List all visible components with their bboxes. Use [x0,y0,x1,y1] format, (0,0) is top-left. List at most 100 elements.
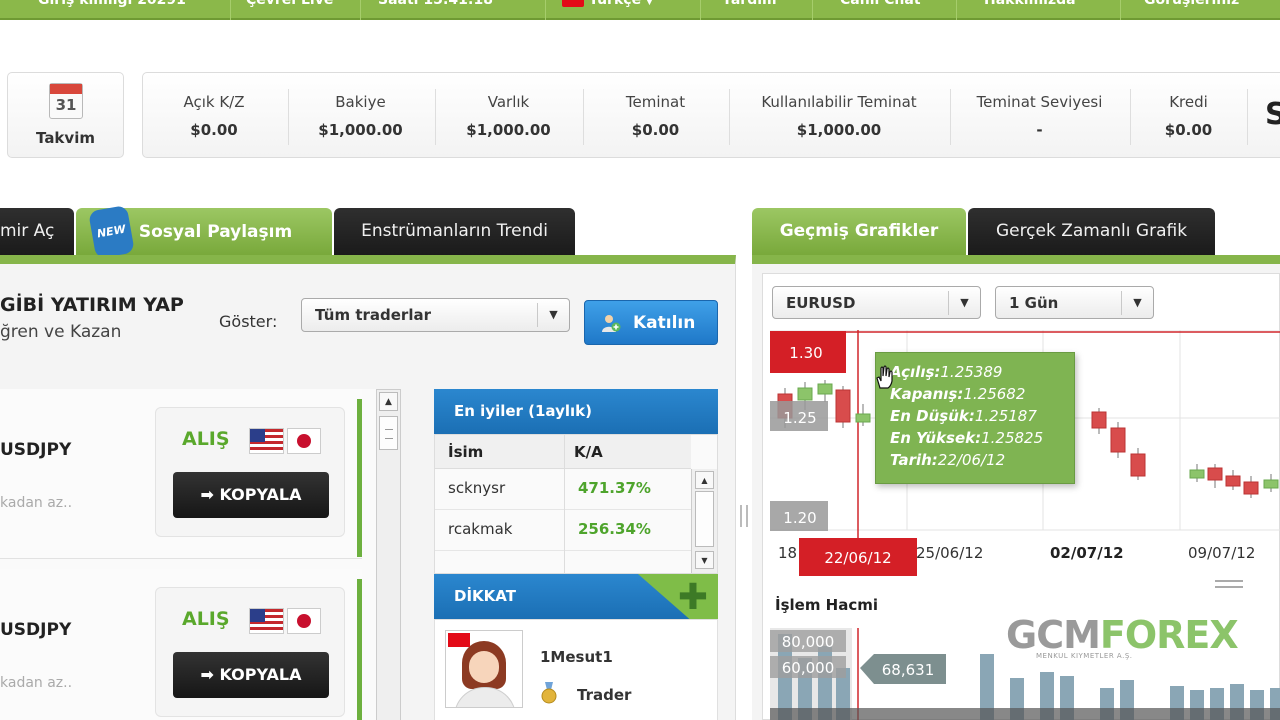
calendar-icon: 31 [49,83,83,119]
help-link[interactable]: Yardım [722,0,777,14]
table-header: İsim K/A [435,435,691,469]
calendar-label: Takvim [36,129,95,147]
y-tick: 80,000 [782,633,835,651]
candle [1263,479,1279,489]
trader-description: kadan az.. [0,675,73,691]
environment-text: Çevrel Live [246,0,334,8]
chevron-down-icon: ▼ [537,303,569,327]
tab-open-order[interactable]: mir Aç [0,208,74,256]
accent-bar [357,399,362,557]
candle [1243,481,1259,495]
x-tick: 25/06/12 [916,544,983,562]
tab-instrument-trends[interactable]: Enstrümanların Trendi [334,208,575,256]
leaders-title: En iyiler (1aylık) [434,389,718,434]
instrument-name: USDJPY [0,620,72,640]
margin-level-stat: Teminat Seviyesi - [976,93,1103,139]
tab-historical-charts[interactable]: Geçmiş Grafikler [752,208,966,256]
brand-logo: GCMFOREX [1006,613,1239,657]
show-label: Göster: [219,312,278,331]
trader-cards-list: USDJPY kadan az.. ALIŞ ➡ KOPYALA USDJPY … [0,389,376,720]
divider [1120,0,1121,20]
date-axis: 18 25/06/12 02/07/12 09/07/12 22/06/12 [778,538,1255,576]
trader-card: USDJPY kadan az.. ALIŞ ➡ KOPYALA [0,389,362,559]
scroll-down-icon[interactable]: ▼ [695,551,714,569]
leaders-table: İsim K/A scknysr 471.37% rcakmak 256.34%… [434,434,718,575]
trade-box: ALIŞ ➡ KOPYALA [155,407,345,537]
divider [230,0,231,20]
y-tick: 1.30 [789,344,822,362]
x-tick: 18 [778,544,797,562]
symbol-select[interactable]: EURUSD ▼ [772,286,981,319]
available-margin-stat: Kullanılabilir Teminat $1,000.00 [761,93,917,139]
trader-filter-select[interactable]: Tüm traderlar ▼ [301,298,570,332]
usa-flag-icon [249,428,284,454]
y-tick: 60,000 [782,659,835,677]
candle [1225,475,1241,487]
join-button[interactable]: Katılın [584,300,718,345]
divider [700,0,701,20]
y-tick: 1.20 [783,509,816,527]
instrument-name: USDJPY [0,440,72,460]
table-row[interactable]: scknysr 471.37% [435,469,691,510]
period-select[interactable]: 1 Gün ▼ [995,286,1154,319]
candle [1207,467,1223,481]
chevron-down-icon: ▼ [948,291,980,315]
about-link[interactable]: Hakkımızda [984,0,1076,14]
resize-handle[interactable] [1215,580,1243,588]
candle [855,413,871,423]
social-sharing-panel: GİBİ YATIRIM YAP ğren ve Kazan Göster: T… [0,255,736,720]
divider [812,0,813,20]
language-selector[interactable]: Türkçe ▼ [562,0,653,14]
calendar-button[interactable]: 31 Takvim [7,72,124,158]
candle [1091,411,1107,429]
leaders-scrollbar[interactable]: ▲ ▼ [691,469,717,573]
accent-bar [357,579,362,720]
scroll-thumb[interactable] [379,416,398,450]
candle [1110,427,1126,453]
panel-title: GİBİ YATIRIM YAP [0,294,184,316]
panel-subtitle: ğren ve Kazan [0,322,122,342]
trader-name: 1Mesut1 [540,648,613,666]
candle [797,387,813,401]
equity-stat: Varlık $1,000.00 [466,93,551,139]
divider [956,0,957,20]
candle [1189,469,1205,479]
trader-card: USDJPY kadan az.. ALIŞ ➡ KOPYALA [0,569,362,720]
turkey-flag-icon [448,633,470,647]
arrow-right-icon: ➡ [200,665,220,684]
medal-icon [541,682,557,704]
divider [545,0,546,20]
tab-realtime-chart[interactable]: Gerçek Zamanlı Grafik [968,208,1215,256]
copy-button[interactable]: ➡ KOPYALA [173,472,329,518]
candle-tooltip: Açılış:1.25389 Kapanış:1.25682 En Düşük:… [875,352,1075,484]
leaders-widget: En iyiler (1aylık) İsim K/A scknysr 471.… [434,389,718,720]
top-nav-bar: Giriş kimliği 20291 Çevrel Live Saati 15… [0,0,1280,20]
trade-box: ALIŞ ➡ KOPYALA [155,587,345,717]
trade-side-label: ALIŞ [182,428,230,450]
brand-tagline: MENKUL KIYMETLER A.Ş. [1036,652,1133,660]
candle [1130,453,1146,477]
trader-description: kadan az.. [0,495,73,511]
featured-trader[interactable]: 1Mesut1 Trader [434,619,718,720]
y-tick: 1.25 [783,409,816,427]
feedback-link[interactable]: Görüşleriniz [1144,0,1239,14]
copy-button[interactable]: ➡ KOPYALA [173,652,329,698]
scroll-up-icon[interactable]: ▲ [695,471,714,489]
scroll-up-icon[interactable]: ▲ [379,392,398,411]
cards-scrollbar[interactable]: ▲ [376,389,401,720]
avatar [445,630,523,708]
credit-stat: Kredi $0.00 [1164,93,1213,139]
live-chat-link[interactable]: Canlı Chat [840,0,921,14]
crosshair-date: 22/06/12 [824,549,891,567]
candle [835,389,851,423]
panel-splitter[interactable] [740,505,748,527]
scroll-thumb[interactable] [695,491,714,547]
balance-stat: Bakiye $1,000.00 [318,93,403,139]
volume-title: İşlem Hacmi [775,596,879,614]
new-badge: NEW [88,204,135,260]
table-row[interactable]: rcakmak 256.34% [435,510,691,551]
trader-role: Trader [577,686,632,704]
truncated-stat: S [1265,97,1280,132]
usa-flag-icon [249,608,284,634]
tab-social-sharing[interactable]: NEW Sosyal Paylaşım [76,204,332,260]
